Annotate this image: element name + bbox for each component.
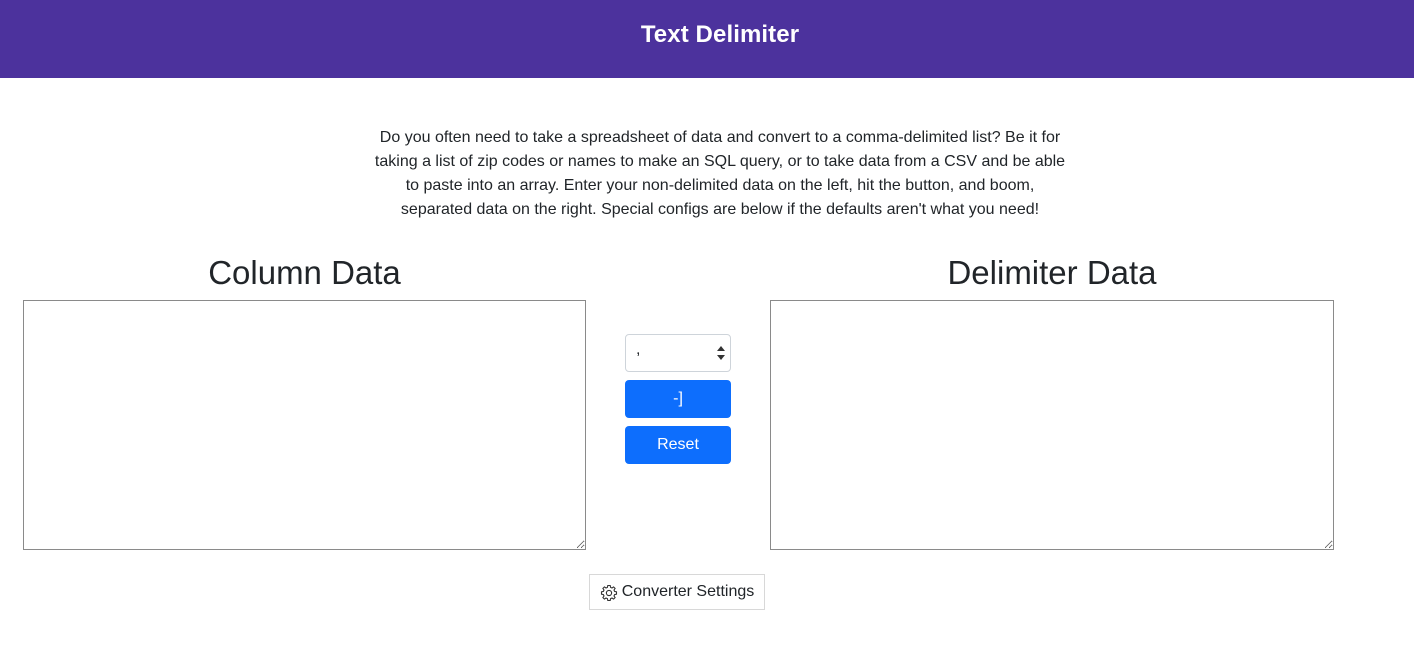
app-title: Text Delimiter xyxy=(640,21,800,48)
column-data-textarea[interactable] xyxy=(23,300,586,550)
gear-icon xyxy=(600,584,618,602)
reset-button[interactable]: Reset xyxy=(625,426,731,464)
column-data-heading: Column Data xyxy=(208,254,401,291)
select-updown-arrows-icon xyxy=(716,344,726,362)
convert-button[interactable]: -] xyxy=(625,380,731,418)
intro-description: Do you often need to take a spreadsheet … xyxy=(374,129,1066,218)
delimiter-select[interactable]: , xyxy=(625,334,731,372)
app-root: Text Delimiter Do you often need to take… xyxy=(0,0,1414,646)
converter-settings-button[interactable]: Converter Settings xyxy=(589,574,765,610)
delimiter-data-heading: Delimiter Data xyxy=(947,254,1157,291)
delimiter-data-textarea[interactable] xyxy=(770,300,1334,550)
delimiter-select-value: , xyxy=(636,341,641,358)
converter-settings-label: Converter Settings xyxy=(621,583,755,600)
header-bar: Text Delimiter xyxy=(0,0,1414,78)
